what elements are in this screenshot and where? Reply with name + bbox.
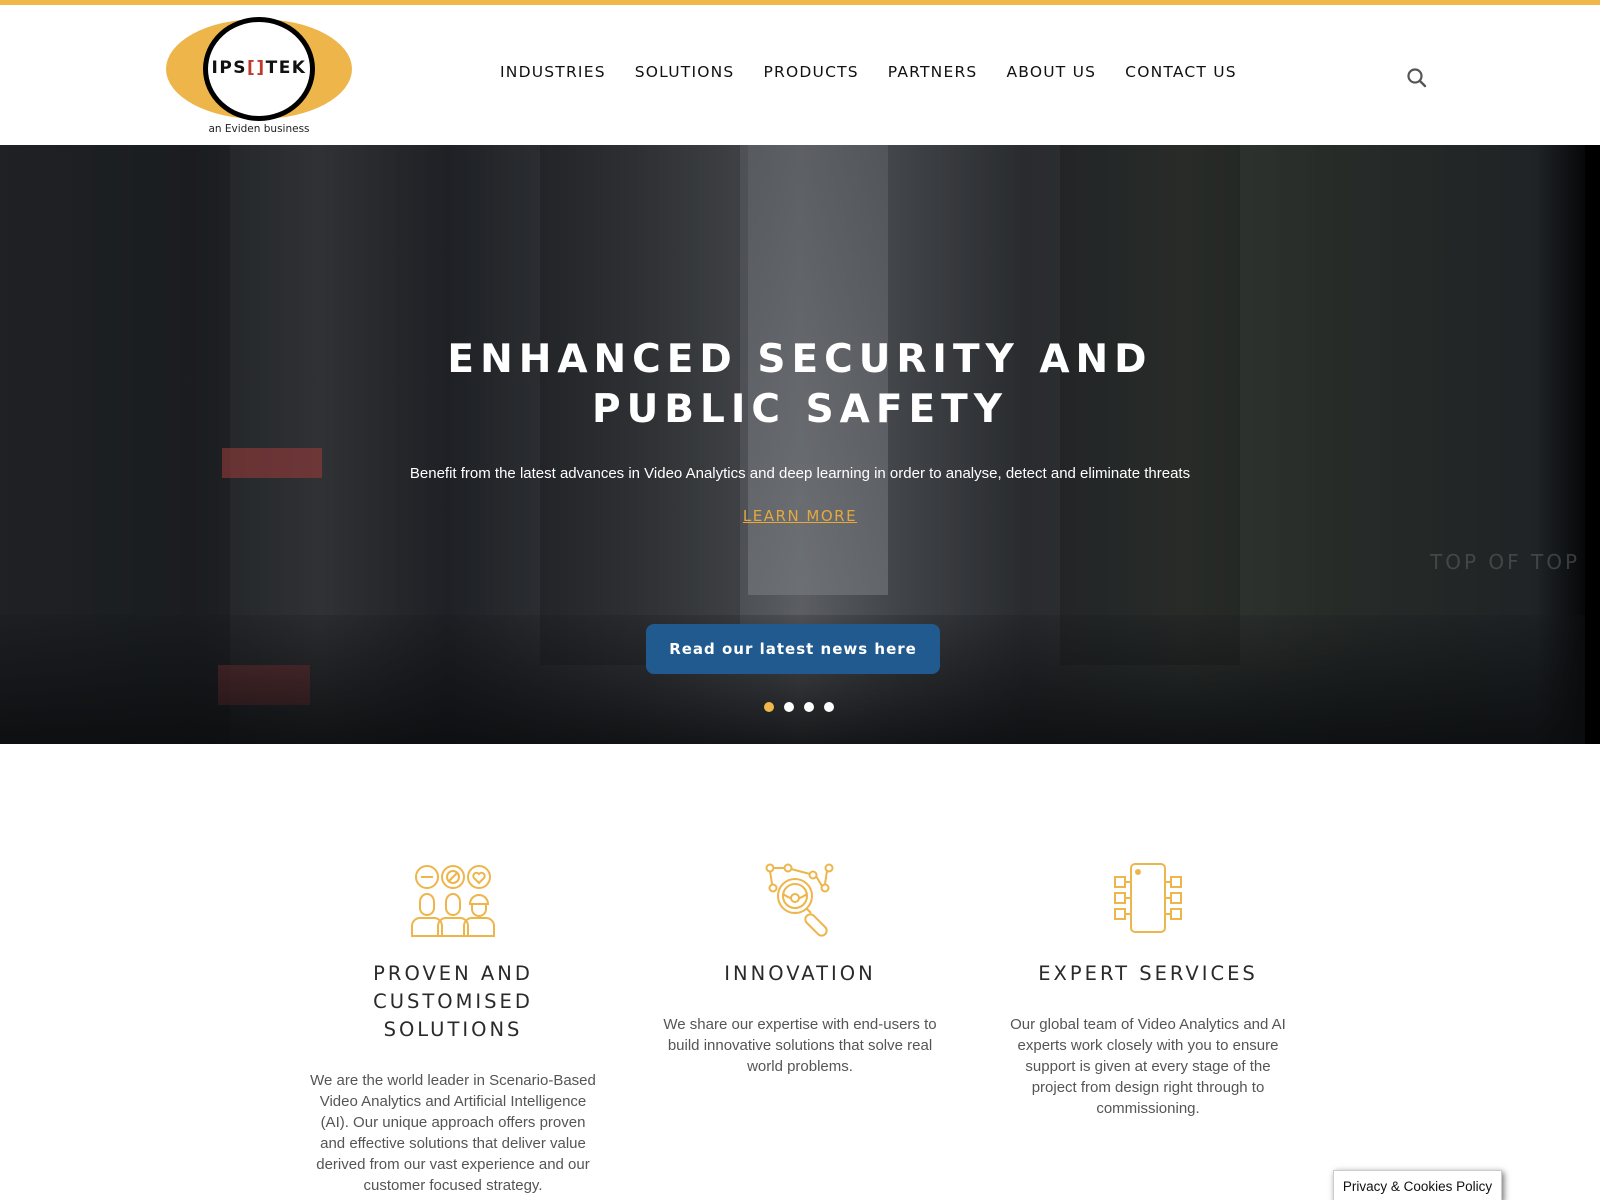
carousel-dots	[764, 702, 834, 712]
carousel-dot-2[interactable]	[784, 702, 794, 712]
ipsotek-logo[interactable]: IPS[]TEK an Eviden business	[166, 13, 354, 137]
nav-solutions[interactable]: SOLUTIONS	[635, 63, 735, 81]
search-icon[interactable]	[1406, 67, 1428, 89]
feature-text: We share our expertise with end-users to…	[663, 1016, 937, 1075]
latest-news-button[interactable]: Read our latest news here	[646, 624, 940, 674]
hero-bg-awning	[222, 448, 322, 478]
site-header: IPS[]TEK an Eviden business INDUSTRIES S…	[0, 5, 1600, 145]
hero-carousel: TOP OF TOP ENHANCED SECURITY AND PUBLIC …	[0, 145, 1600, 744]
feature-text: We are the world leader in Scenario-Base…	[310, 1072, 596, 1194]
nav-products[interactable]: PRODUCTS	[763, 63, 858, 81]
logo-bracket-icon: []	[247, 58, 266, 78]
nav-industries[interactable]: INDUSTRIES	[500, 63, 606, 81]
nav-about-us[interactable]: ABOUT US	[1006, 63, 1096, 81]
microchip-icon	[1103, 862, 1193, 938]
carousel-dot-4[interactable]	[824, 702, 834, 712]
logo-text-right: TEK	[265, 58, 307, 78]
hero-bg-sign: TOP OF TOP	[1430, 550, 1580, 574]
feature-text: Our global team of Video Analytics and A…	[1010, 1016, 1286, 1117]
hero-title-line1: ENHANCED SECURITY AND	[447, 337, 1153, 382]
magnifier-network-icon	[755, 862, 845, 938]
hero-right-edge	[1585, 145, 1600, 744]
nav-contact-us[interactable]: CONTACT US	[1125, 63, 1237, 81]
feature-title: EXPERT SERVICES	[1038, 962, 1258, 985]
learn-more-link[interactable]: LEARN MORE	[700, 507, 900, 525]
hero-title-line2: PUBLIC SAFETY	[592, 387, 1008, 432]
feature-title-line2: CUSTOMISED SOLUTIONS	[373, 990, 533, 1041]
feature-expert-services: EXPERT SERVICES Our global team of Video…	[1003, 862, 1293, 1119]
logo-wordmark: IPS[]TEK	[203, 58, 315, 78]
main-nav: INDUSTRIES SOLUTIONS PRODUCTS PARTNERS A…	[500, 63, 1266, 81]
feature-title-line1: PROVEN AND	[373, 962, 533, 985]
carousel-dot-1[interactable]	[764, 702, 774, 712]
feature-title: PROVEN AND CUSTOMISED SOLUTIONS	[308, 960, 598, 1044]
feature-title: INNOVATION	[724, 962, 876, 985]
logo-text-left: IPS	[211, 58, 248, 78]
privacy-cookies-policy-button[interactable]: Privacy & Cookies Policy	[1333, 1170, 1502, 1200]
logo-tagline: an Eviden business	[208, 123, 310, 135]
nav-partners[interactable]: PARTNERS	[888, 63, 978, 81]
carousel-dot-3[interactable]	[804, 702, 814, 712]
features-section: PROVEN AND CUSTOMISED SOLUTIONS We are t…	[0, 744, 1600, 1200]
people-feedback-icon	[408, 862, 498, 938]
feature-innovation: INNOVATION We share our expertise with e…	[655, 862, 945, 1077]
feature-proven-solutions: PROVEN AND CUSTOMISED SOLUTIONS We are t…	[308, 862, 598, 1196]
hero-subtitle: Benefit from the latest advances in Vide…	[409, 465, 1191, 482]
hero-title: ENHANCED SECURITY AND PUBLIC SAFETY	[380, 335, 1220, 435]
